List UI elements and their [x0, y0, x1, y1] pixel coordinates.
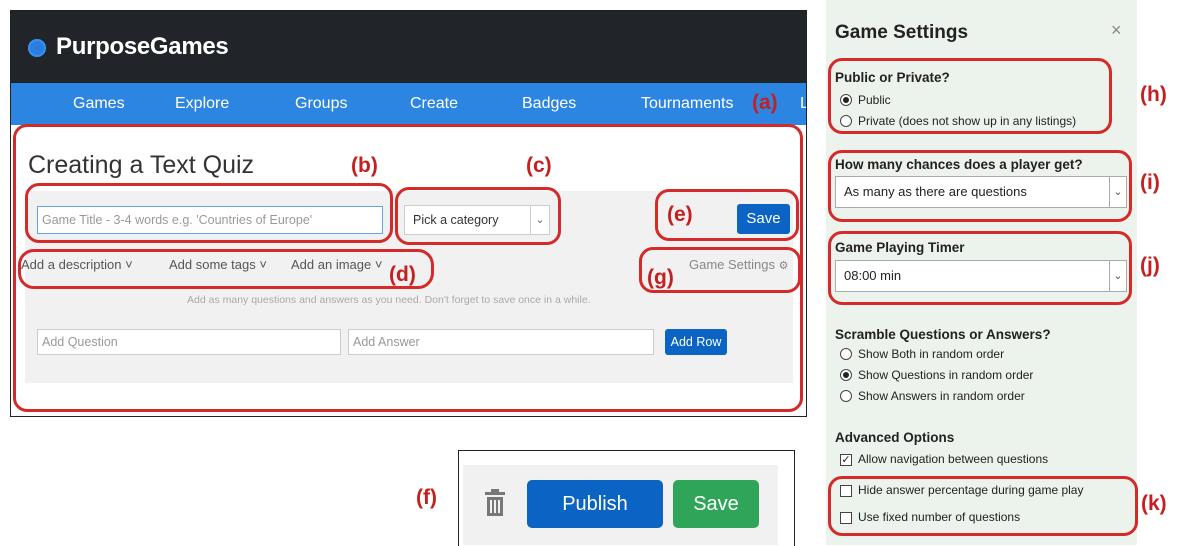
- annotation-label-b: (b): [351, 154, 378, 177]
- quiz-editor-screenshot: PurposeGames Games Explore Groups Create…: [10, 10, 807, 417]
- annotation-label-a: (a): [752, 91, 778, 114]
- annotation-ring-j: [828, 231, 1132, 305]
- annotation-ring-c: [395, 187, 561, 245]
- annotation-label-g: (g): [647, 266, 674, 289]
- radio-scramble-answers[interactable]: [840, 390, 852, 402]
- annotation-ring-h: [828, 58, 1112, 134]
- save-button-bottom[interactable]: Save: [673, 480, 759, 528]
- annotation-ring-k: [828, 476, 1138, 536]
- annotation-ring-b: [25, 183, 393, 243]
- annotation-ring-d: [18, 249, 434, 289]
- annotation-label-k: (k): [1141, 492, 1167, 515]
- publish-button[interactable]: Publish: [527, 480, 663, 528]
- annotation-label-d: (d): [389, 263, 416, 286]
- nav-badges[interactable]: Badges: [522, 95, 576, 113]
- scramble-heading: Scramble Questions or Answers?: [835, 327, 1051, 342]
- nav-groups[interactable]: Groups: [295, 95, 347, 113]
- logo-dot-icon: [28, 39, 46, 57]
- trash-icon[interactable]: [483, 488, 507, 518]
- nav-create[interactable]: Create: [410, 95, 458, 113]
- radio-scramble-questions-label: Show Questions in random order: [858, 368, 1034, 382]
- radio-scramble-questions[interactable]: [840, 369, 852, 381]
- checkbox-allow-navigation-label: Allow navigation between questions: [858, 452, 1049, 466]
- annotation-label-f: (f): [416, 486, 437, 509]
- nav-tournaments[interactable]: Tournaments: [641, 95, 734, 113]
- annotation-label-c: (c): [526, 154, 552, 177]
- nav-explore[interactable]: Explore: [175, 95, 229, 113]
- annotation-ring-i: [828, 150, 1132, 222]
- annotation-label-e: (e): [667, 203, 693, 226]
- radio-scramble-both[interactable]: [840, 348, 852, 360]
- radio-scramble-answers-label: Show Answers in random order: [858, 389, 1025, 403]
- annotation-label-j: (j): [1140, 254, 1160, 277]
- annotation-label-h: (h): [1140, 83, 1167, 106]
- site-logo[interactable]: PurposeGames: [56, 33, 229, 61]
- settings-title: Game Settings: [835, 22, 969, 43]
- annotation-label-i: (i): [1140, 171, 1160, 194]
- nav-games[interactable]: Games: [73, 95, 125, 113]
- advanced-heading: Advanced Options: [835, 430, 955, 445]
- checkbox-allow-navigation[interactable]: ✓: [840, 454, 852, 466]
- nav-login-truncated[interactable]: L: [800, 95, 806, 113]
- radio-scramble-both-label: Show Both in random order: [858, 347, 1005, 361]
- close-icon[interactable]: ×: [1111, 20, 1122, 41]
